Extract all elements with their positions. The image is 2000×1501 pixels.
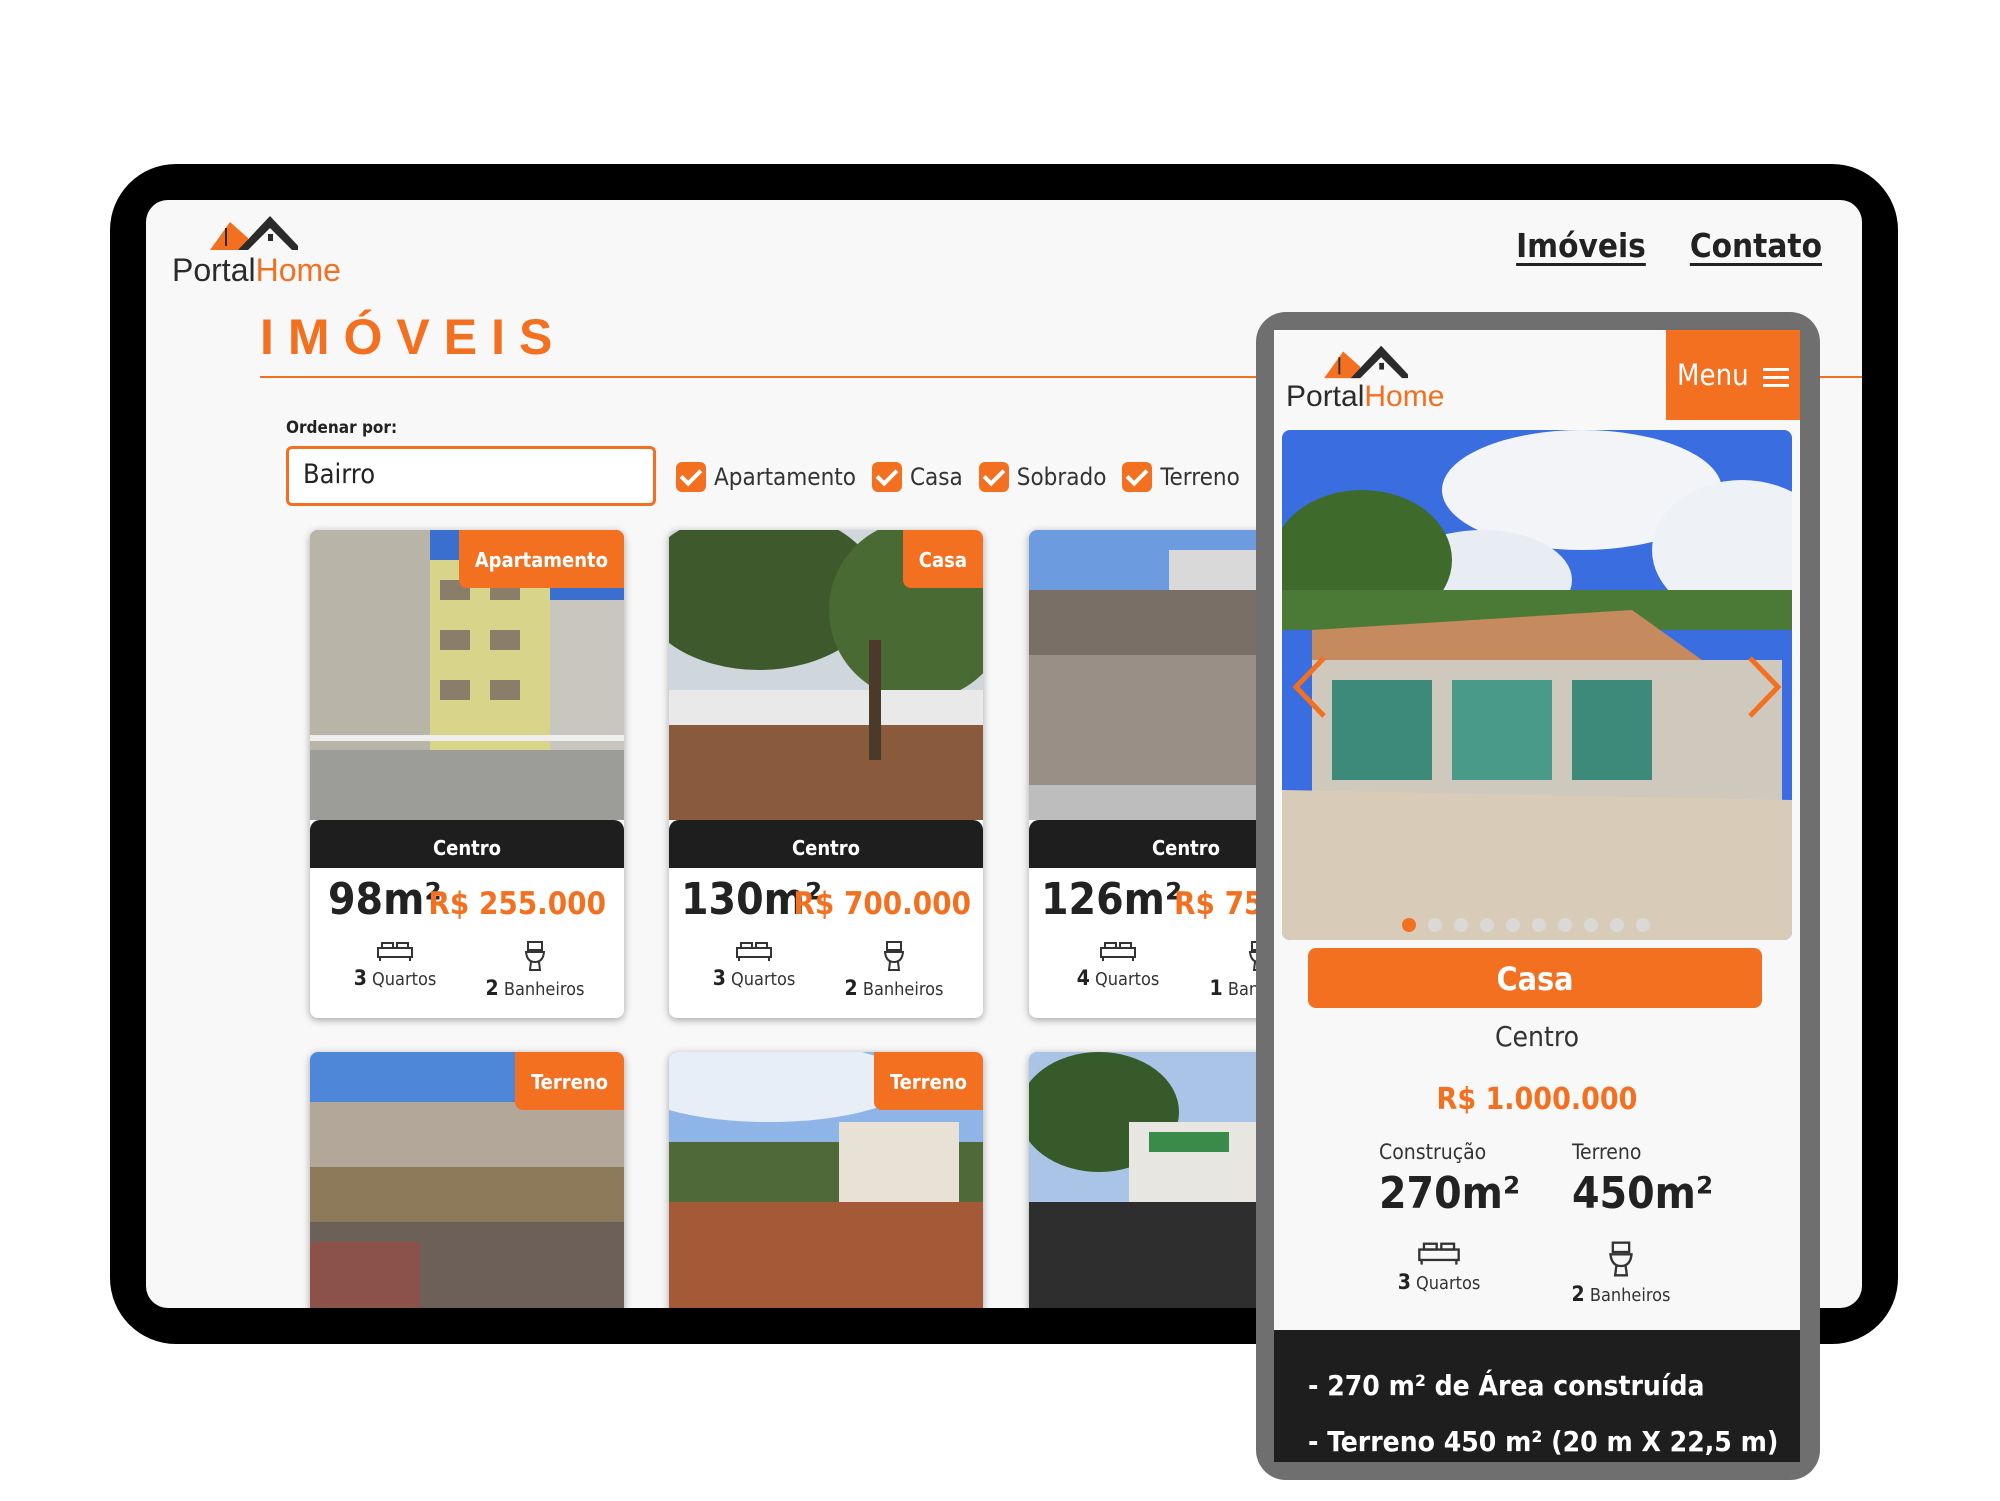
carousel-dot[interactable] <box>1558 918 1572 932</box>
photo-carousel[interactable] <box>1282 430 1792 940</box>
filter-label: Casa <box>909 463 963 491</box>
house-roof-icon <box>210 216 298 250</box>
listing-card[interactable]: Apartamento Centro 98m² R$ 255.000 3 Qua… <box>310 530 624 1018</box>
construction-label: Construção <box>1379 1140 1487 1164</box>
menu-label: Menu <box>1677 358 1749 392</box>
neighborhood-label: Centro <box>1494 1020 1580 1053</box>
rooms-feature: 3 Quartos <box>330 940 460 990</box>
construction-area: Construção 270m² <box>1379 1140 1520 1219</box>
menu-button[interactable]: Menu <box>1666 330 1800 420</box>
property-type-badge: Terreno <box>515 1052 624 1110</box>
baths-feature: 2 Banheiros <box>829 940 959 1000</box>
main-nav: Imóveis Contato <box>1516 226 1822 265</box>
bed-icon <box>736 942 772 961</box>
bed-icon <box>1100 942 1136 961</box>
property-type-banner: Casa <box>1308 948 1762 1008</box>
description-line: - Terreno 450 m² (20 m X 22,5 m) <box>1308 1425 1779 1458</box>
rooms-feature: 4 Quartos <box>1053 940 1183 990</box>
construction-value: 270m² <box>1379 1168 1521 1219</box>
sort-select[interactable]: Bairro <box>286 446 656 506</box>
land-label: Terreno <box>1572 1140 1642 1164</box>
logo[interactable]: PortalHome <box>1286 342 1456 418</box>
logo[interactable]: PortalHome <box>172 212 352 292</box>
hamburger-icon <box>1762 368 1789 387</box>
carousel-dot[interactable] <box>1402 918 1416 932</box>
toilet-icon <box>524 941 546 971</box>
baths-feature: 2 Banheiros <box>1546 1240 1696 1306</box>
filter-label: Sobrado <box>1016 463 1107 491</box>
filter-terreno[interactable]: Terreno <box>1122 462 1240 492</box>
area-value: 98m² <box>328 874 442 925</box>
carousel-dot[interactable] <box>1532 918 1546 932</box>
checkbox-checked-icon[interactable] <box>1122 462 1153 492</box>
checkbox-checked-icon[interactable] <box>676 462 706 492</box>
property-type-badge: Apartamento <box>458 530 624 588</box>
carousel-dot[interactable] <box>1454 918 1468 932</box>
nav-imoveis-link[interactable]: Imóveis <box>1516 226 1646 265</box>
carousel-dot[interactable] <box>1584 918 1598 932</box>
property-type-badge: Terreno <box>874 1052 983 1110</box>
carousel-dot[interactable] <box>1636 918 1650 932</box>
carousel-dots <box>1402 918 1650 932</box>
price-value: R$ 700.000 <box>793 886 971 922</box>
filter-label: Apartamento <box>714 463 856 491</box>
page-title: IMÓVEIS <box>260 309 567 365</box>
carousel-dot[interactable] <box>1506 918 1520 932</box>
sort-label: Ordenar por: <box>286 418 398 438</box>
neighborhood-bar: Centro <box>669 820 983 868</box>
chevron-left-icon[interactable] <box>1288 652 1332 722</box>
carousel-photo <box>1282 430 1792 940</box>
phone-frame: PortalHome Menu Casa Centro R$ 1.000.000… <box>1256 312 1820 1480</box>
filter-label: Terreno <box>1160 463 1240 491</box>
price-value: R$ 255.000 <box>428 886 606 922</box>
listing-card[interactable]: Terreno <box>310 1052 624 1308</box>
nav-contato-link[interactable]: Contato <box>1690 226 1822 265</box>
checkbox-checked-icon[interactable] <box>978 462 1009 492</box>
logo-wordmark: PortalHome <box>172 252 341 288</box>
house-roof-icon <box>1324 345 1408 379</box>
bed-icon <box>377 942 413 961</box>
rooms-feature: 3 Quartos <box>1364 1240 1514 1294</box>
type-filters: Apartamento Casa Sobrado Terreno <box>676 462 1240 492</box>
logo-wordmark: PortalHome <box>1286 380 1445 413</box>
filter-apartamento[interactable]: Apartamento <box>676 462 856 492</box>
checkbox-checked-icon[interactable] <box>871 462 902 492</box>
property-type-badge: Casa <box>902 530 983 588</box>
toilet-icon <box>883 941 905 971</box>
carousel-dot[interactable] <box>1480 918 1494 932</box>
toilet-icon <box>1609 1241 1633 1277</box>
mobile-screen: PortalHome Menu Casa Centro R$ 1.000.000… <box>1274 330 1800 1462</box>
carousel-dot[interactable] <box>1610 918 1624 932</box>
land-value: 450m² <box>1572 1168 1714 1219</box>
price-value: R$ 1.000.000 <box>1436 1082 1638 1117</box>
baths-feature: 2 Banheiros <box>470 940 600 1000</box>
listing-card[interactable]: Casa Centro 130m² R$ 700.000 3 Quartos 2… <box>669 530 983 1018</box>
property-description: - 270 m² de Área construída - Terreno 45… <box>1274 1330 1800 1462</box>
area-value: 126m² <box>1041 874 1183 925</box>
description-line: - 270 m² de Área construída <box>1308 1369 1705 1402</box>
land-area: Terreno 450m² <box>1572 1140 1713 1219</box>
chevron-right-icon[interactable] <box>1742 652 1786 722</box>
neighborhood-bar: Centro <box>310 820 624 868</box>
filter-casa[interactable]: Casa <box>871 462 963 492</box>
rooms-feature: 3 Quartos <box>689 940 819 990</box>
bed-icon <box>1418 1242 1460 1265</box>
filter-sobrado[interactable]: Sobrado <box>978 462 1107 492</box>
carousel-dot[interactable] <box>1428 918 1442 932</box>
listing-card[interactable]: Terreno <box>669 1052 983 1308</box>
